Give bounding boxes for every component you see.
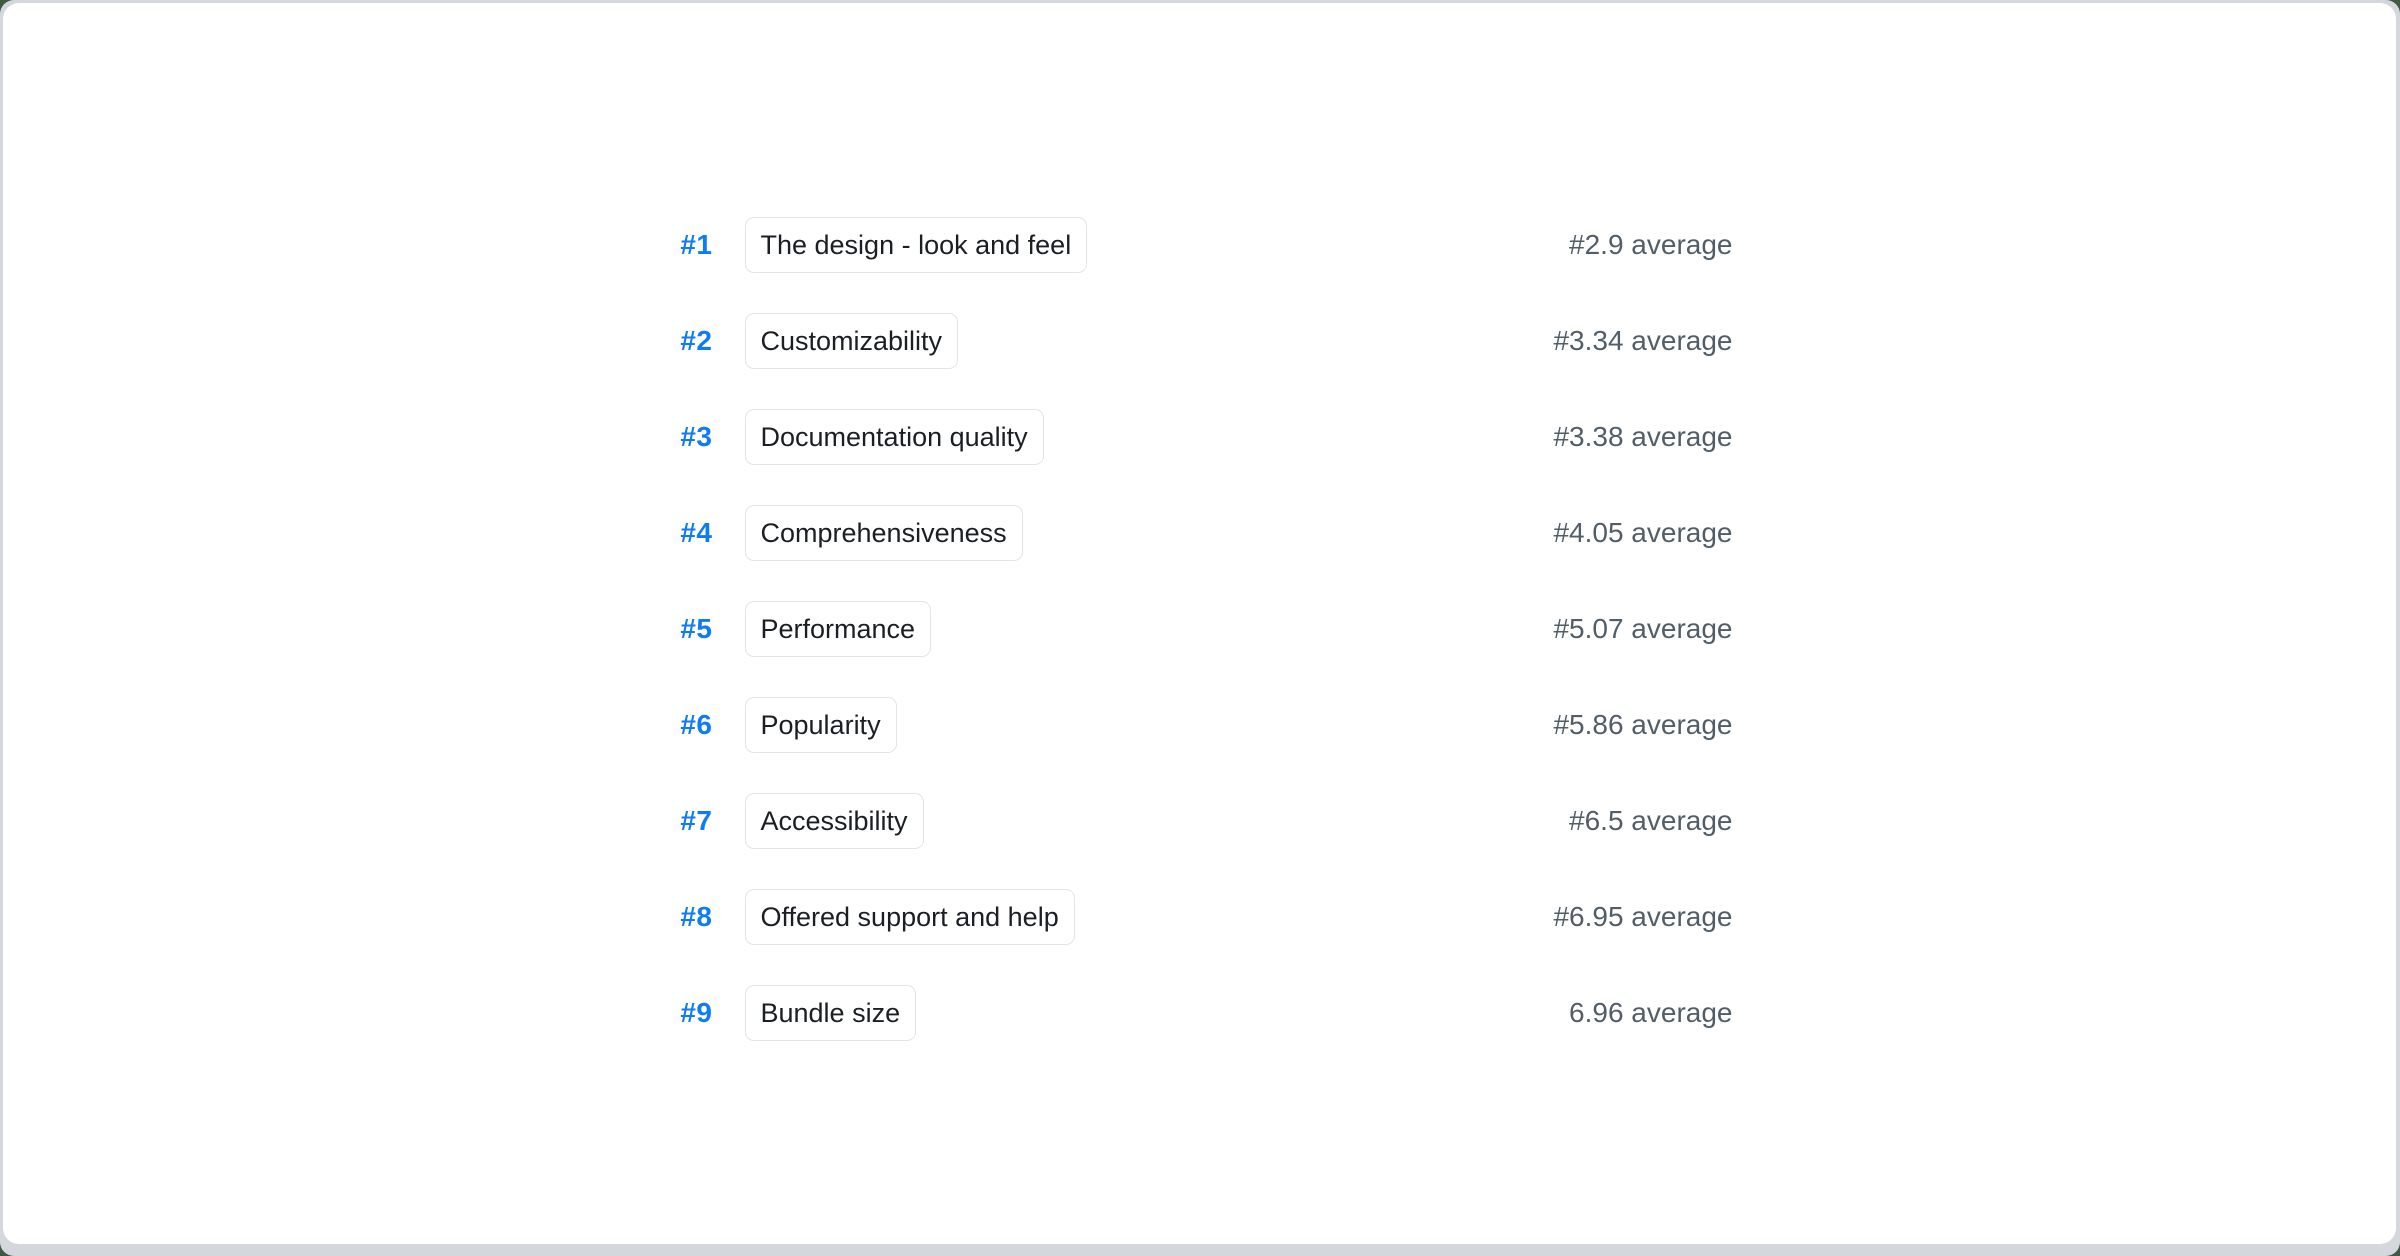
ranking-option-label: Popularity (761, 710, 881, 741)
ranking-option-pill[interactable]: Popularity (745, 697, 897, 753)
average-score: #4.05 average (1553, 517, 1732, 549)
ranking-option-pill[interactable]: Customizability (745, 313, 959, 369)
ranking-row: #4 Comprehensiveness #4.05 average (667, 505, 1733, 561)
ranking-option-pill[interactable]: Bundle size (745, 985, 917, 1041)
ranking-option-label: Performance (761, 614, 916, 645)
ranking-row: #3 Documentation quality #3.38 average (667, 409, 1733, 465)
ranking-option-label: Customizability (761, 326, 943, 357)
ranking-option-label: Accessibility (761, 806, 908, 837)
ranking-option-pill[interactable]: Accessibility (745, 793, 924, 849)
ranking-list: #1 The design - look and feel #2.9 avera… (667, 217, 1733, 1041)
rank-number: #8 (667, 901, 713, 933)
average-score: #3.38 average (1553, 421, 1732, 453)
ranking-row: #1 The design - look and feel #2.9 avera… (667, 217, 1733, 273)
average-score: #5.07 average (1553, 613, 1732, 645)
ranking-option-pill[interactable]: The design - look and feel (745, 217, 1088, 273)
ranking-row: #6 Popularity #5.86 average (667, 697, 1733, 753)
rank-number: #1 (667, 229, 713, 261)
average-score: #6.95 average (1553, 901, 1732, 933)
ranking-row: #2 Customizability #3.34 average (667, 313, 1733, 369)
ranking-row: #5 Performance #5.07 average (667, 601, 1733, 657)
average-score: #5.86 average (1553, 709, 1732, 741)
ranking-option-pill[interactable]: Comprehensiveness (745, 505, 1023, 561)
rank-number: #6 (667, 709, 713, 741)
ranking-row: #7 Accessibility #6.5 average (667, 793, 1733, 849)
ranking-option-pill[interactable]: Offered support and help (745, 889, 1075, 945)
ranking-option-label: Bundle size (761, 998, 901, 1029)
rank-number: #4 (667, 517, 713, 549)
ranking-option-label: Comprehensiveness (761, 518, 1007, 549)
average-score: #6.5 average (1569, 805, 1732, 837)
average-score: #3.34 average (1553, 325, 1732, 357)
rank-number: #2 (667, 325, 713, 357)
rank-number: #7 (667, 805, 713, 837)
ranking-option-label: The design - look and feel (761, 230, 1072, 261)
content-card: #1 The design - look and feel #2.9 avera… (3, 3, 2396, 1244)
average-score: #2.9 average (1569, 229, 1732, 261)
window-frame: #1 The design - look and feel #2.9 avera… (0, 0, 2400, 1256)
ranking-option-pill[interactable]: Documentation quality (745, 409, 1044, 465)
rank-number: #3 (667, 421, 713, 453)
ranking-option-label: Offered support and help (761, 902, 1059, 933)
ranking-option-label: Documentation quality (761, 422, 1028, 453)
rank-number: #9 (667, 997, 713, 1029)
average-score: 6.96 average (1569, 997, 1732, 1029)
ranking-row: #9 Bundle size 6.96 average (667, 985, 1733, 1041)
ranking-option-pill[interactable]: Performance (745, 601, 932, 657)
rank-number: #5 (667, 613, 713, 645)
ranking-row: #8 Offered support and help #6.95 averag… (667, 889, 1733, 945)
